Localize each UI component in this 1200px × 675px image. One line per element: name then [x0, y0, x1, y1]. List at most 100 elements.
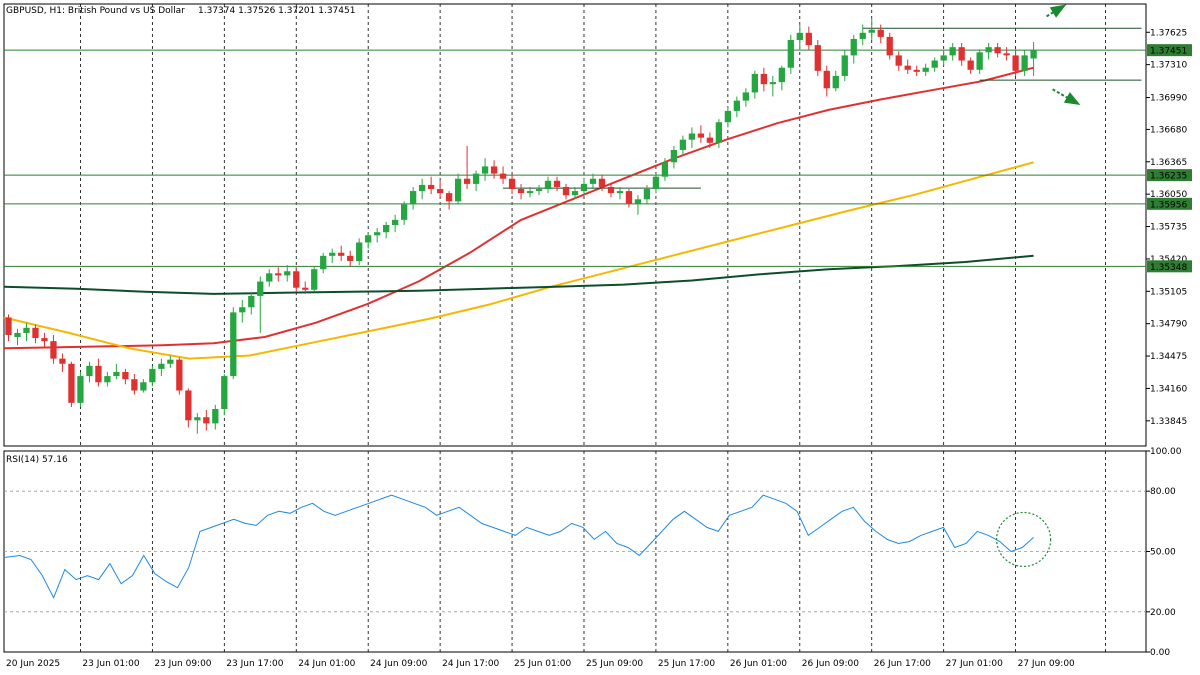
bull-candle: [104, 376, 111, 383]
bull-candle: [841, 55, 848, 76]
bear-candle: [490, 166, 498, 174]
rsi-y-tick-label: 80.00: [1150, 487, 1176, 497]
x-tick-label: 26 Jun 09:00: [802, 659, 859, 669]
x-tick-label: 25 Jun 09:00: [586, 659, 643, 669]
bull-candle: [230, 312, 237, 377]
ma_slow-line: [3, 254, 1034, 295]
bull-candle: [751, 73, 758, 93]
bull-candle: [248, 295, 255, 308]
x-tick-label: 20 Jun 2025: [6, 659, 60, 669]
rsi-line: [3, 494, 1034, 599]
rsi-label: RSI(14) 57.16: [6, 455, 68, 465]
bear-candle: [1012, 55, 1019, 71]
bull-candle: [212, 408, 219, 424]
bull-candle: [401, 204, 408, 220]
bull-candle: [778, 67, 785, 83]
bear-candle: [50, 341, 57, 359]
x-tick-label: 27 Jun 01:00: [946, 659, 1003, 669]
rsi-y-tick-label: 100.00: [1150, 447, 1182, 457]
bull-candle: [832, 75, 839, 89]
bear-candle: [436, 189, 444, 194]
bull-candle: [661, 162, 669, 177]
bear-candle: [895, 55, 902, 66]
y-tick-label: 1.37310: [1150, 61, 1187, 71]
bull-candle: [742, 92, 749, 101]
bull-candle: [859, 32, 866, 39]
ohlc-readout: 1.37374 1.37526 1.37201 1.37451: [198, 6, 355, 16]
bear-candle: [697, 133, 705, 138]
x-tick-label: 26 Jun 17:00: [874, 659, 931, 669]
bear-candle: [904, 65, 911, 70]
chart: 20 Jun 2025 23 Jun 01:00 23 Jun 09:00 23 Ju…: [0, 0, 1200, 675]
bull-candle: [535, 189, 543, 192]
x-tick-label: 23 Jun 17:00: [226, 659, 283, 669]
symbol-title: GBPUSD, H1: British Pound vs US Dollar: [6, 6, 185, 16]
bull-candle: [733, 100, 741, 111]
bull-candle: [149, 368, 156, 383]
bull-candle: [113, 371, 120, 377]
bear-candle: [445, 193, 453, 202]
bull-candle: [688, 133, 696, 140]
bull-candle: [931, 60, 938, 68]
bull-candle: [616, 191, 624, 194]
bear-candle: [877, 29, 884, 37]
arrow-down-head: [1063, 92, 1081, 106]
bull-candle: [77, 376, 84, 403]
bear-candle: [886, 36, 893, 56]
y-tick-label: 1.34475: [1150, 352, 1187, 362]
y-tick-label: 1.37625: [1150, 28, 1187, 38]
bear-candle: [95, 365, 102, 383]
bull-candle: [580, 183, 588, 192]
bull-candle: [329, 252, 336, 256]
bear-candle: [1003, 53, 1010, 56]
bull-candle: [985, 47, 992, 53]
price-level-tag-label: 1.36235: [1150, 172, 1187, 182]
bull-candle: [634, 199, 642, 204]
price-level-tag-label: 1.35956: [1150, 200, 1187, 210]
bear-candle: [508, 178, 516, 190]
y-tick-label: 1.33845: [1150, 417, 1187, 427]
bull-candle: [284, 271, 291, 276]
bull-candle: [652, 176, 660, 190]
bull-candle: [23, 327, 30, 333]
bear-candle: [994, 47, 1001, 54]
bull-candle: [356, 242, 363, 261]
bull-candle: [194, 417, 201, 421]
bull-candle: [14, 332, 21, 338]
bull-candle: [922, 67, 929, 72]
y-tick-label: 1.34790: [1150, 320, 1187, 330]
bear-candle: [625, 191, 633, 204]
bull-candle: [86, 365, 93, 377]
bull-candle: [796, 32, 803, 40]
bull-candle: [1030, 50, 1037, 59]
bull-candle: [976, 52, 983, 70]
y-tick-label: 1.36990: [1150, 94, 1187, 104]
bear-candle: [176, 359, 183, 391]
bear-candle: [562, 186, 570, 196]
y-tick-label: 1.35105: [1150, 287, 1187, 297]
bull-candle: [868, 29, 875, 33]
rsi-highlight-circle: [995, 511, 1052, 568]
bear-candle: [5, 317, 12, 335]
y-tick-label: 1.35735: [1150, 223, 1187, 233]
bull-candle: [320, 255, 327, 270]
bear-candle: [427, 184, 435, 190]
bull-candle: [140, 382, 147, 391]
bull-candle: [949, 47, 956, 56]
bear-candle: [607, 186, 615, 194]
chart-canvas: 20 Jun 2025 23 Jun 01:00 23 Jun 09:00 23 Ju…: [3, 3, 1192, 669]
bear-candle: [338, 252, 345, 256]
bear-candle: [499, 173, 507, 179]
bear-candle: [131, 379, 138, 391]
x-tick-label: 25 Jun 01:00: [514, 659, 571, 669]
x-tick-label: 26 Jun 01:00: [730, 659, 787, 669]
bull-candle: [311, 269, 318, 290]
bear-candle: [814, 45, 821, 71]
bull-candle: [239, 307, 246, 313]
bull-candle: [383, 225, 390, 233]
bear-candle: [805, 32, 812, 46]
bear-candle: [203, 417, 210, 424]
y-tick-label: 1.36365: [1150, 158, 1187, 168]
bull-candle: [392, 219, 399, 225]
rsi-y-tick-label: 20.00: [1150, 608, 1176, 618]
